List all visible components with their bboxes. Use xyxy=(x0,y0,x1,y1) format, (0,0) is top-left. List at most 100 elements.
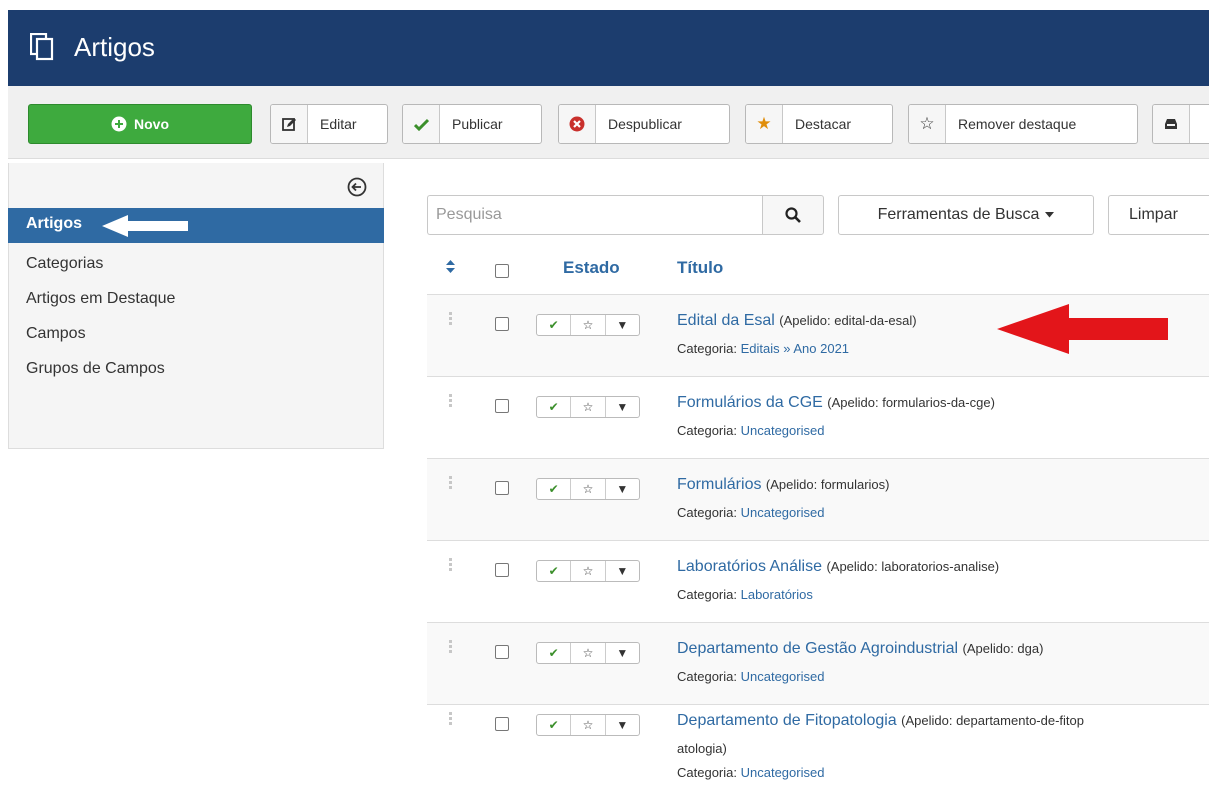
published-check-icon[interactable]: ✔ xyxy=(537,479,572,499)
search-tools-button[interactable]: Ferramentas de Busca xyxy=(838,195,1094,235)
state-button-group: ✔ ☆ ▼ xyxy=(536,642,640,664)
feature-button-label: Destacar xyxy=(795,116,852,132)
sidebar-item-grupos[interactable]: Grupos de Campos xyxy=(26,357,165,381)
drag-handle-icon[interactable] xyxy=(449,476,453,491)
search-button[interactable] xyxy=(762,195,824,235)
sidebar-item-categorias[interactable]: Categorias xyxy=(26,252,103,276)
unpublish-button[interactable]: Despublicar xyxy=(558,104,730,144)
page-header: Artigos xyxy=(8,10,1209,86)
caret-down-icon xyxy=(1045,212,1055,218)
featured-star-icon[interactable]: ☆ xyxy=(571,643,606,663)
article-alias: (Apelido: departamento-de-fitop xyxy=(901,713,1084,728)
copy-icon xyxy=(30,33,54,61)
published-check-icon[interactable]: ✔ xyxy=(537,397,572,417)
category-link[interactable]: Laboratórios xyxy=(741,587,813,602)
sidebar-item-campos[interactable]: Campos xyxy=(26,322,86,346)
annotation-arrow-left-icon xyxy=(102,215,188,237)
featured-star-icon[interactable]: ☆ xyxy=(571,479,606,499)
featured-star-icon[interactable]: ☆ xyxy=(571,397,606,417)
inbox-icon xyxy=(1153,105,1190,143)
category-link[interactable]: Uncategorised xyxy=(741,669,825,684)
article-alias-continuation: atologia) xyxy=(677,741,727,756)
published-check-icon[interactable]: ✔ xyxy=(537,643,572,663)
checkin-button[interactable] xyxy=(1152,104,1209,144)
published-check-icon[interactable]: ✔ xyxy=(537,715,572,735)
star-outline-icon: ☆ xyxy=(909,105,946,143)
unfeature-button[interactable]: ☆ Remover destaque xyxy=(908,104,1138,144)
published-check-icon[interactable]: ✔ xyxy=(537,315,572,335)
drag-handle-icon[interactable] xyxy=(449,394,453,409)
select-all-checkbox[interactable] xyxy=(495,264,509,278)
publish-button-label: Publicar xyxy=(452,116,503,132)
article-title-link[interactable]: Departamento de Fitopatologia xyxy=(677,712,897,729)
edit-icon xyxy=(271,105,308,143)
collapse-arrow-icon[interactable] xyxy=(347,177,367,197)
column-header-titulo[interactable]: Título xyxy=(677,258,723,278)
row-checkbox[interactable] xyxy=(495,481,509,495)
actions-caret-icon[interactable]: ▼ xyxy=(606,561,639,581)
article-title-link[interactable]: Departamento de Gestão Agroindustrial xyxy=(677,640,958,657)
actions-caret-icon[interactable]: ▼ xyxy=(606,643,639,663)
featured-star-icon[interactable]: ☆ xyxy=(571,315,606,335)
publish-button[interactable]: Publicar xyxy=(402,104,542,144)
category-prefix: Categoria: xyxy=(677,669,737,684)
article-title-link[interactable]: Edital da Esal xyxy=(677,312,775,329)
state-button-group: ✔ ☆ ▼ xyxy=(536,714,640,736)
times-circle-icon xyxy=(559,105,596,143)
actions-caret-icon[interactable]: ▼ xyxy=(606,479,639,499)
published-check-icon[interactable]: ✔ xyxy=(537,561,572,581)
edit-button-label: Editar xyxy=(320,116,357,132)
actions-caret-icon[interactable]: ▼ xyxy=(606,315,639,335)
article-title-link[interactable]: Laboratórios Análise xyxy=(677,558,822,575)
category-link[interactable]: Uncategorised xyxy=(741,505,825,520)
unpublish-button-label: Despublicar xyxy=(608,116,682,132)
row-checkbox[interactable] xyxy=(495,717,509,731)
article-title-link[interactable]: Formulários xyxy=(677,476,761,493)
category-prefix: Categoria: xyxy=(677,505,737,520)
article-alias: (Apelido: dga) xyxy=(962,641,1044,656)
drag-handle-icon[interactable] xyxy=(449,558,453,573)
article-alias: (Apelido: laboratorios-analise) xyxy=(826,559,1000,574)
page-title: Artigos xyxy=(74,32,155,62)
new-button-label: Novo xyxy=(134,116,169,132)
article-alias: (Apelido: formularios) xyxy=(765,477,890,492)
sidebar-item-artigos[interactable]: Artigos xyxy=(8,208,384,243)
category-link[interactable]: Uncategorised xyxy=(741,423,825,438)
search-icon xyxy=(785,207,801,223)
drag-handle-icon[interactable] xyxy=(449,312,453,327)
state-button-group: ✔ ☆ ▼ xyxy=(536,396,640,418)
sort-icon[interactable] xyxy=(446,260,455,274)
feature-button[interactable]: ★ Destacar xyxy=(745,104,893,144)
unfeature-button-label: Remover destaque xyxy=(958,116,1077,132)
category-link[interactable]: Uncategorised xyxy=(741,765,825,780)
article-title-link[interactable]: Formulários da CGE xyxy=(677,394,823,411)
sidebar-item-destaque[interactable]: Artigos em Destaque xyxy=(26,287,175,311)
search-tools-label: Ferramentas de Busca xyxy=(877,206,1040,223)
clear-button[interactable]: Limpar xyxy=(1108,195,1209,235)
column-header-estado[interactable]: Estado xyxy=(563,258,620,278)
featured-star-icon[interactable]: ☆ xyxy=(571,561,606,581)
category-prefix: Categoria: xyxy=(677,341,737,356)
search-input[interactable]: Pesquisa xyxy=(427,195,762,235)
state-button-group: ✔ ☆ ▼ xyxy=(536,314,640,336)
drag-handle-icon[interactable] xyxy=(449,712,453,727)
drag-handle-icon[interactable] xyxy=(449,640,453,655)
sidebar-item-label: Artigos xyxy=(26,215,82,232)
annotation-arrow-left-icon xyxy=(997,304,1168,354)
actions-caret-icon[interactable]: ▼ xyxy=(606,715,639,735)
row-checkbox[interactable] xyxy=(495,399,509,413)
category-prefix: Categoria: xyxy=(677,423,737,438)
featured-star-icon[interactable]: ☆ xyxy=(571,715,606,735)
edit-button[interactable]: Editar xyxy=(270,104,388,144)
state-button-group: ✔ ☆ ▼ xyxy=(536,478,640,500)
plus-circle-icon xyxy=(111,116,127,132)
new-button[interactable]: Novo xyxy=(28,104,252,144)
category-link[interactable]: Editais » Ano 2021 xyxy=(741,341,849,356)
row-checkbox[interactable] xyxy=(495,645,509,659)
state-button-group: ✔ ☆ ▼ xyxy=(536,560,640,582)
article-alias: (Apelido: edital-da-esal) xyxy=(779,313,917,328)
check-icon xyxy=(403,105,440,143)
row-checkbox[interactable] xyxy=(495,563,509,577)
actions-caret-icon[interactable]: ▼ xyxy=(606,397,639,417)
row-checkbox[interactable] xyxy=(495,317,509,331)
